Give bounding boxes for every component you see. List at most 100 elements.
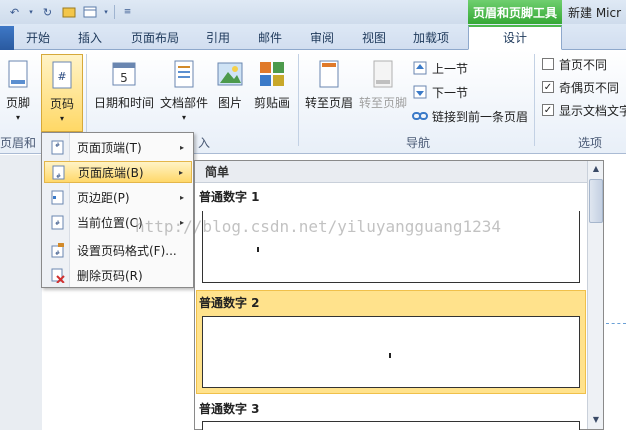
document-margin — [0, 155, 42, 430]
gallery-item-plain-number-1-label: 普通数字 1 — [199, 190, 260, 204]
tab-home[interactable]: 开始 — [18, 27, 58, 50]
gallery-item-plain-number-2-label: 普通数字 2 — [199, 296, 260, 310]
picture-button[interactable]: 图片 — [212, 54, 248, 132]
footer-icon — [8, 60, 28, 88]
toolbar-separator — [114, 5, 115, 19]
page-number-icon: # — [52, 61, 72, 89]
chevron-down-icon: ▾ — [15, 113, 20, 122]
tab-insert[interactable]: 插入 — [70, 27, 110, 50]
scroll-up-icon[interactable]: ▲ — [589, 162, 603, 176]
menu-item-format-page-numbers[interactable]: # 设置页码格式(F)... — [44, 239, 192, 261]
gallery-item-plain-number-2[interactable] — [202, 316, 580, 388]
goto-footer-button[interactable]: 转至页脚 — [356, 54, 410, 132]
link-to-previous-button[interactable]: 链接到前一条页眉 — [412, 106, 528, 126]
check-icon: ✓ — [542, 81, 554, 93]
tab-design[interactable]: 设计 — [468, 25, 562, 50]
tab-mailings[interactable]: 邮件 — [250, 27, 290, 50]
open-icon[interactable] — [60, 4, 77, 20]
scroll-down-icon[interactable]: ▼ — [589, 413, 603, 427]
watermark-text: http://blog.csdn.net/yiluyangguang1234 — [135, 217, 502, 236]
next-section-icon — [413, 85, 427, 99]
different-first-page-label: 首页不同 — [559, 57, 608, 72]
delete-page-number-icon — [51, 268, 65, 283]
group-label-header-footer: 页眉和页脚 — [0, 136, 37, 150]
dropdown-icon[interactable]: ▾ — [27, 4, 35, 20]
menu-item-page-margin[interactable]: 页边距(P) ▸ — [44, 186, 192, 208]
chevron-right-icon: ▸ — [178, 167, 183, 177]
page-number-menu: # 页面顶端(T) ▸ # 页面底端(B) ▸ 页边距(P) ▸ # 当前位置(… — [41, 132, 194, 288]
next-section-button[interactable]: 下一节 — [412, 82, 468, 102]
chevron-down-icon: ▾ — [59, 114, 64, 123]
tab-references[interactable]: 引用 — [198, 27, 238, 50]
clipart-icon — [260, 62, 284, 86]
clipart-button[interactable]: 剪贴画 — [250, 54, 294, 132]
document-parts-icon — [174, 60, 194, 88]
svg-text:#: # — [55, 250, 60, 257]
group-separator — [534, 54, 535, 146]
group-label-options: 选项 — [577, 136, 602, 150]
customize-icon[interactable]: ≡ — [119, 4, 136, 20]
page-top-icon: # — [51, 140, 64, 154]
different-odd-even-label: 奇偶页不同 — [559, 80, 620, 95]
link-icon — [412, 112, 428, 120]
group-label-navigation: 导航 — [405, 136, 430, 150]
next-section-label: 下一节 — [432, 85, 469, 100]
tab-addins[interactable]: 加载项 — [406, 27, 456, 50]
different-first-page-checkbox[interactable]: 首页不同 — [542, 54, 607, 74]
svg-text:5: 5 — [120, 71, 128, 85]
redo-icon[interactable]: ↻ — [39, 4, 56, 20]
footer-boundary-line — [606, 323, 626, 324]
different-odd-even-checkbox[interactable]: ✓ 奇偶页不同 — [542, 77, 619, 97]
undo-icon[interactable]: ↶ — [6, 4, 23, 20]
show-document-text-label: 显示文档文字 — [559, 103, 626, 118]
footer-button-label: 页脚 — [5, 96, 30, 110]
page-number-button[interactable]: # 页码 ▾ — [41, 54, 83, 132]
svg-text:#: # — [55, 142, 60, 149]
file-tab[interactable] — [0, 26, 14, 50]
previous-section-label: 上一节 — [432, 61, 469, 76]
previous-section-icon — [413, 61, 427, 75]
goto-footer-button-label: 转至页脚 — [358, 96, 407, 110]
datetime-button[interactable]: 5 日期和时间 — [92, 54, 156, 132]
page-number-marker — [257, 247, 259, 252]
checkbox-box — [542, 58, 554, 70]
svg-text:#: # — [55, 220, 60, 227]
tab-view[interactable]: 视图 — [354, 27, 394, 50]
gallery-item-plain-number-3[interactable] — [202, 421, 580, 430]
menu-item-label: 页面顶端(T) — [77, 140, 142, 155]
gallery-scrollbar[interactable]: ▲ ▼ — [587, 161, 603, 429]
page-number-marker — [389, 353, 391, 358]
gallery-item-plain-number-3-label: 普通数字 3 — [199, 402, 260, 416]
tab-page-layout[interactable]: 页面布局 — [124, 27, 186, 50]
page-margin-icon — [51, 190, 64, 204]
goto-header-button-label: 转至页眉 — [304, 96, 353, 110]
document-title: 新建 Micr — [568, 6, 622, 20]
view-icon[interactable] — [81, 4, 98, 20]
goto-header-button[interactable]: 转至页眉 — [302, 54, 356, 132]
scroll-thumb[interactable] — [589, 179, 603, 223]
group-label-insert: 入 — [197, 136, 210, 150]
chevron-down-icon: ▾ — [181, 113, 186, 122]
show-document-text-checkbox[interactable]: ✓ 显示文档文字 — [542, 100, 626, 120]
link-to-previous-label: 链接到前一条页眉 — [432, 109, 529, 124]
tab-review[interactable]: 审阅 — [302, 27, 342, 50]
page-bottom-icon: # — [52, 165, 65, 180]
document-parts-button-label: 文档部件 — [159, 96, 208, 110]
check-icon: ✓ — [542, 104, 554, 116]
footer-button[interactable]: 页脚 ▾ — [0, 54, 36, 132]
menu-item-remove-page-numbers[interactable]: 删除页码(R) — [44, 264, 192, 286]
dropdown-icon[interactable]: ▾ — [102, 4, 110, 20]
previous-section-button[interactable]: 上一节 — [412, 58, 468, 78]
contextual-tab-group-title: 页眉和页脚工具 — [468, 0, 562, 24]
menu-item-label: 页面底端(B) — [78, 165, 144, 180]
svg-text:#: # — [56, 173, 61, 180]
picture-icon — [217, 62, 243, 86]
chevron-right-icon: ▸ — [179, 192, 184, 202]
menu-item-label: 页边距(P) — [77, 190, 130, 205]
quick-access-toolbar: ↶ ▾ ↻ ▾ ≡ — [6, 3, 136, 21]
menu-item-page-bottom[interactable]: # 页面底端(B) ▸ — [44, 161, 192, 183]
calendar-icon: 5 — [112, 62, 136, 86]
document-parts-button[interactable]: 文档部件 ▾ — [158, 54, 210, 132]
menu-item-page-top[interactable]: # 页面顶端(T) ▸ — [44, 136, 192, 158]
page-number-button-label: 页码 — [49, 97, 74, 111]
